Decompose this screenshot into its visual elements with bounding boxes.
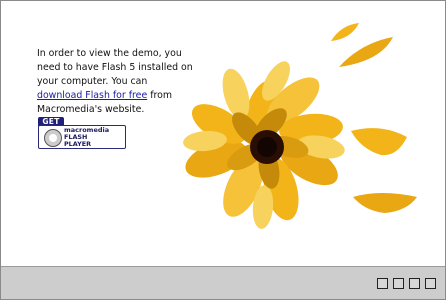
yellow-flower-illustration <box>183 23 417 229</box>
control-button-3[interactable] <box>409 278 420 289</box>
control-button-2[interactable] <box>393 278 404 289</box>
control-button-4[interactable] <box>425 278 436 289</box>
flying-petals <box>331 23 417 213</box>
player-control-bar <box>1 266 445 299</box>
badge-box: macromedia FLASH PLAYER <box>38 125 126 149</box>
flower-center-core <box>257 137 277 157</box>
get-flash-player-badge[interactable]: GET macromedia FLASH PLAYER <box>38 117 126 149</box>
download-flash-link[interactable]: download Flash for free <box>37 90 147 101</box>
badge-text: macromedia FLASH PLAYER <box>64 127 109 147</box>
flash-placeholder-frame: In order to view the demo, you need to h… <box>0 0 446 300</box>
message-from-text: from <box>147 90 173 101</box>
macromedia-logo-icon <box>44 129 62 147</box>
badge-product-line-2: PLAYER <box>64 139 92 148</box>
control-button-1[interactable] <box>377 278 388 289</box>
